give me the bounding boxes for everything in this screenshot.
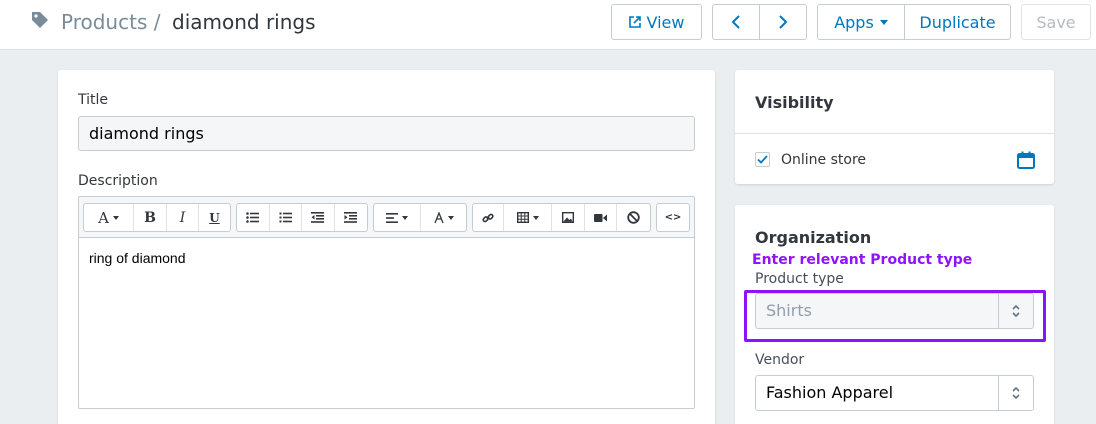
underline-button[interactable]: U	[199, 204, 230, 231]
align-button[interactable]	[374, 204, 421, 231]
code-icon: <>	[664, 212, 682, 223]
duplicate-label: Duplicate	[919, 12, 996, 32]
text-format-group: A B I U	[83, 203, 231, 232]
insert-image-button[interactable]	[552, 204, 585, 231]
save-label: Save	[1036, 12, 1076, 32]
outdent-icon	[311, 212, 325, 223]
online-store-label: Online store	[781, 152, 867, 168]
description-label: Description	[78, 173, 158, 189]
view-label: View	[646, 12, 685, 32]
caret-down-icon	[532, 215, 539, 220]
product-type-label: Product type	[755, 271, 844, 287]
view-button[interactable]: View	[611, 4, 702, 40]
bold-button[interactable]: B	[134, 204, 167, 231]
editor-toolbar: A B I U <>	[79, 197, 694, 238]
insert-link-button[interactable]	[473, 204, 504, 231]
clear-formatting-button[interactable]	[617, 204, 649, 231]
list-group	[236, 203, 368, 232]
description-content[interactable]: ring of diamond	[89, 250, 186, 266]
checkmark-icon	[757, 155, 768, 164]
breadcrumb-products[interactable]: Products /	[61, 10, 160, 34]
bulleted-list-button[interactable]	[237, 204, 270, 231]
previous-product-button[interactable]	[712, 4, 760, 40]
duplicate-button[interactable]: Duplicate	[904, 4, 1011, 40]
apps-label: Apps	[834, 12, 874, 32]
numbered-list-button[interactable]	[270, 204, 302, 231]
table-icon	[516, 212, 529, 223]
outdent-button[interactable]	[302, 204, 335, 231]
italic-button[interactable]: I	[167, 204, 199, 231]
caret-down-icon	[879, 19, 888, 25]
link-icon	[482, 213, 494, 222]
bold-icon: B	[144, 209, 156, 226]
next-product-button[interactable]	[759, 4, 807, 40]
description-editor[interactable]: A B I U <> ring of diamond	[78, 196, 695, 409]
caret-down-icon	[112, 215, 119, 220]
visibility-divider	[735, 133, 1054, 134]
chevron-up-down-icon	[1012, 386, 1020, 400]
organization-title: Organization	[755, 228, 872, 247]
vendor-select[interactable]: Fashion Apparel	[755, 375, 1034, 411]
apps-dropdown-button[interactable]: Apps	[817, 4, 905, 40]
product-type-highlight	[744, 290, 1046, 342]
vendor-value: Fashion Apparel	[766, 383, 894, 402]
text-color-icon	[433, 211, 444, 223]
html-source-button[interactable]: <>	[657, 204, 689, 231]
clear-formatting-icon	[626, 211, 640, 224]
italic-icon: I	[179, 209, 186, 226]
tag-icon	[32, 12, 48, 28]
calendar-icon[interactable]	[1017, 151, 1035, 169]
product-type-hint: Enter relevant Product type	[752, 252, 973, 268]
alignment-color-group	[373, 203, 467, 232]
bulleted-list-icon	[246, 212, 260, 223]
image-icon	[562, 212, 574, 223]
numbered-list-icon	[279, 212, 292, 223]
source-group: <>	[656, 203, 690, 232]
video-camera-icon	[594, 213, 607, 222]
top-bar: Products / diamond rings View Apps Dupli…	[0, 0, 1096, 50]
font-icon: A	[98, 208, 109, 227]
select-arrows	[998, 376, 1033, 410]
visibility-title: Visibility	[755, 93, 834, 112]
online-store-checkbox[interactable]	[755, 152, 770, 167]
external-link-icon	[628, 16, 641, 28]
title-label: Title	[78, 92, 109, 108]
vendor-label: Vendor	[755, 352, 805, 368]
save-button[interactable]: Save	[1021, 4, 1091, 40]
caret-down-icon	[402, 215, 408, 220]
chevron-left-icon	[731, 15, 740, 29]
text-color-button[interactable]	[421, 204, 466, 231]
font-style-button[interactable]: A	[84, 204, 134, 231]
page-title: diamond rings	[172, 10, 316, 34]
insert-table-button[interactable]	[504, 204, 552, 231]
chevron-right-icon	[779, 15, 788, 29]
indent-icon	[344, 212, 358, 223]
align-left-icon	[386, 212, 398, 223]
underline-icon: U	[209, 210, 220, 225]
insert-video-button[interactable]	[585, 204, 617, 231]
title-input[interactable]: diamond rings	[78, 116, 695, 151]
insert-group	[472, 203, 651, 232]
caret-down-icon	[447, 215, 454, 220]
indent-button[interactable]	[335, 204, 367, 231]
